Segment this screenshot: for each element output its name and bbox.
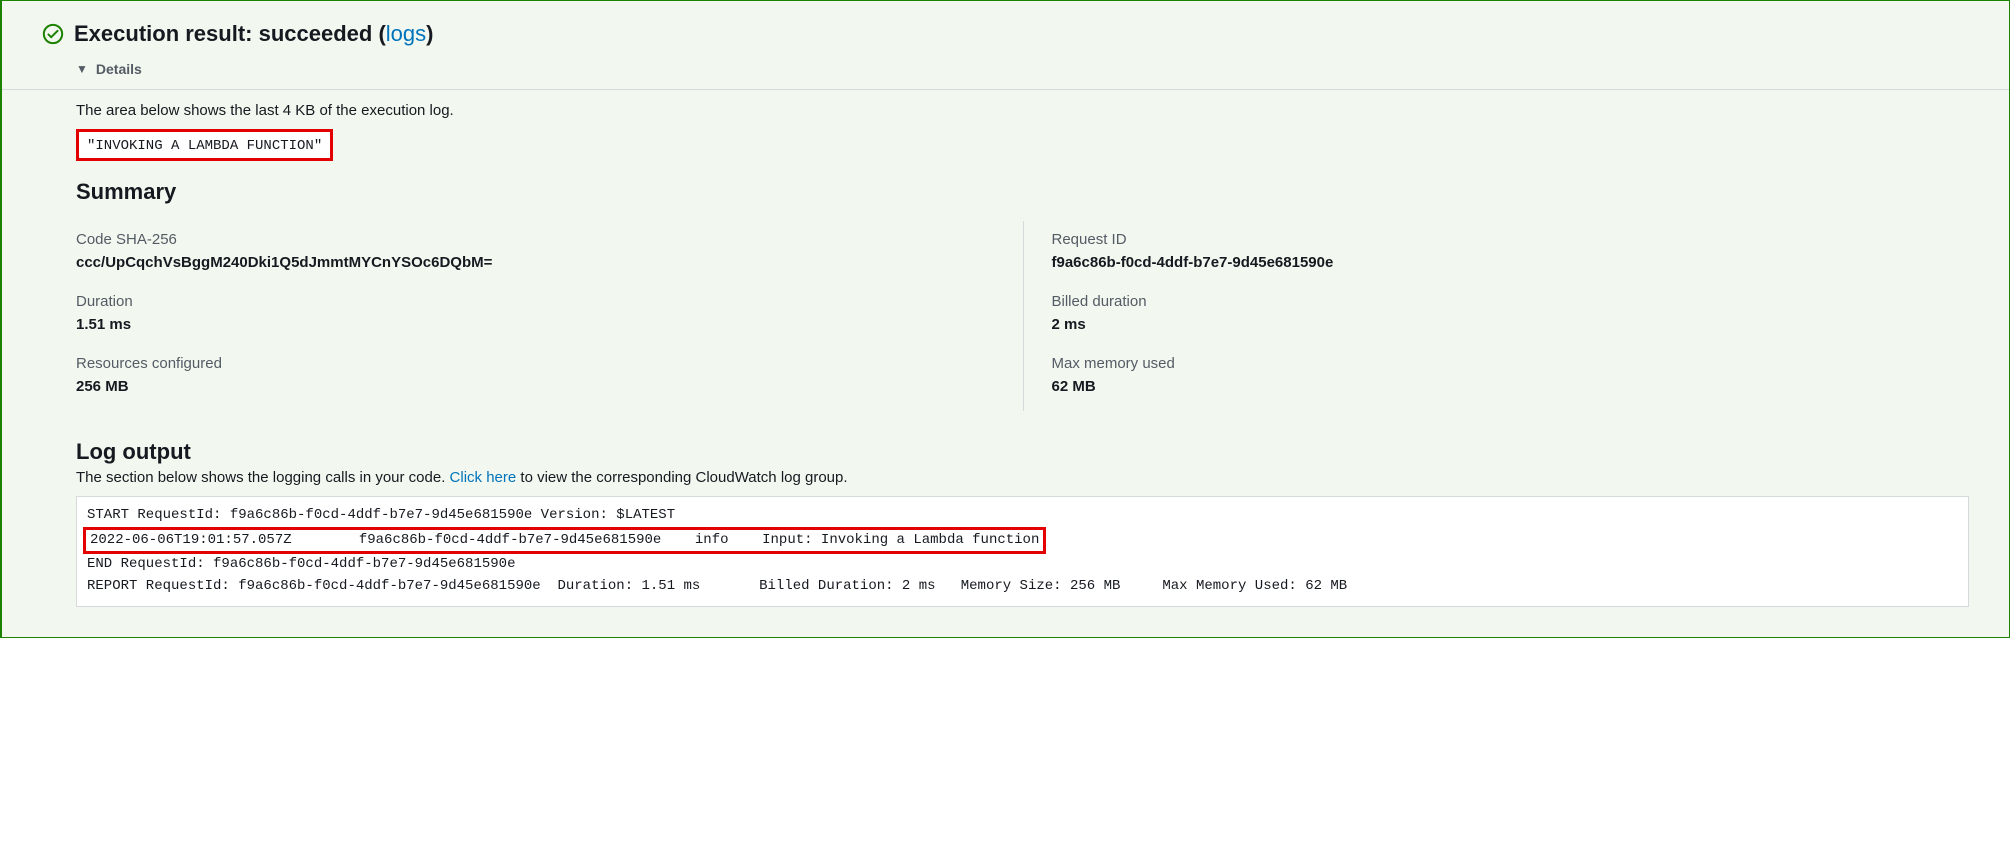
execution-result-panel: Execution result: succeeded (logs) ▼ Det…	[0, 0, 2010, 638]
result-status: succeeded	[259, 21, 373, 46]
result-output-highlight: "INVOKING A LAMBDA FUNCTION"	[76, 129, 333, 161]
details-toggle[interactable]: ▼ Details	[76, 61, 2009, 77]
log-line-end: END RequestId: f9a6c86b-f0cd-4ddf-b7e7-9…	[87, 554, 1958, 576]
log-line-start: START RequestId: f9a6c86b-f0cd-4ddf-b7e7…	[87, 505, 1958, 527]
summary-row-duration: Duration 1.51 ms	[76, 293, 1003, 333]
log-output-intro: The section below shows the logging call…	[76, 469, 1969, 486]
result-content: The area below shows the last 4 KB of th…	[2, 102, 2009, 607]
log-output-box: START RequestId: f9a6c86b-f0cd-4ddf-b7e7…	[76, 496, 1969, 607]
result-logs-open: (	[372, 21, 385, 46]
summary-label-requestid: Request ID	[1052, 231, 1950, 248]
details-label: Details	[96, 61, 142, 77]
result-output-value: "INVOKING A LAMBDA FUNCTION"	[87, 138, 322, 154]
result-header: Execution result: succeeded (logs)	[2, 1, 2009, 47]
summary-label-resources: Resources configured	[76, 355, 1003, 372]
summary-value-resources: 256 MB	[76, 378, 1003, 395]
summary-row-resources: Resources configured 256 MB	[76, 355, 1003, 395]
summary-row-requestid: Request ID f9a6c86b-f0cd-4ddf-b7e7-9d45e…	[1052, 231, 1950, 271]
summary-title: Summary	[76, 179, 1969, 205]
result-title-prefix: Execution result:	[74, 21, 259, 46]
cloudwatch-link[interactable]: Click here	[450, 469, 517, 486]
summary-label-billed: Billed duration	[1052, 293, 1950, 310]
summary-value-sha: ccc/UpCqchVsBggM240Dki1Q5dJmmtMYCnYSOc6D…	[76, 254, 1003, 271]
logs-link[interactable]: logs	[386, 21, 426, 46]
summary-grid: Code SHA-256 ccc/UpCqchVsBggM240Dki1Q5dJ…	[76, 221, 1969, 411]
execution-log-intro: The area below shows the last 4 KB of th…	[76, 102, 1969, 119]
result-logs-close: )	[426, 21, 433, 46]
summary-col-left: Code SHA-256 ccc/UpCqchVsBggM240Dki1Q5dJ…	[76, 221, 1023, 411]
log-intro-suffix: to view the corresponding CloudWatch log…	[516, 469, 847, 486]
summary-label-maxmem: Max memory used	[1052, 355, 1950, 372]
summary-row-sha: Code SHA-256 ccc/UpCqchVsBggM240Dki1Q5dJ…	[76, 231, 1003, 271]
summary-label-duration: Duration	[76, 293, 1003, 310]
log-line-report: REPORT RequestId: f9a6c86b-f0cd-4ddf-b7e…	[87, 576, 1958, 598]
summary-row-maxmem: Max memory used 62 MB	[1052, 355, 1950, 395]
log-line-info-highlight: 2022-06-06T19:01:57.057Z f9a6c86b-f0cd-4…	[83, 527, 1046, 555]
log-output-title: Log output	[76, 439, 1969, 465]
success-check-icon	[42, 23, 64, 45]
summary-value-requestid: f9a6c86b-f0cd-4ddf-b7e7-9d45e681590e	[1052, 254, 1950, 271]
summary-value-maxmem: 62 MB	[1052, 378, 1950, 395]
summary-col-right: Request ID f9a6c86b-f0cd-4ddf-b7e7-9d45e…	[1023, 221, 1970, 411]
result-title: Execution result: succeeded (logs)	[74, 21, 433, 47]
summary-label-sha: Code SHA-256	[76, 231, 1003, 248]
summary-row-billed: Billed duration 2 ms	[1052, 293, 1950, 333]
divider	[2, 89, 2009, 90]
summary-value-duration: 1.51 ms	[76, 316, 1003, 333]
summary-value-billed: 2 ms	[1052, 316, 1950, 333]
log-intro-prefix: The section below shows the logging call…	[76, 469, 450, 486]
caret-down-icon: ▼	[76, 62, 88, 76]
